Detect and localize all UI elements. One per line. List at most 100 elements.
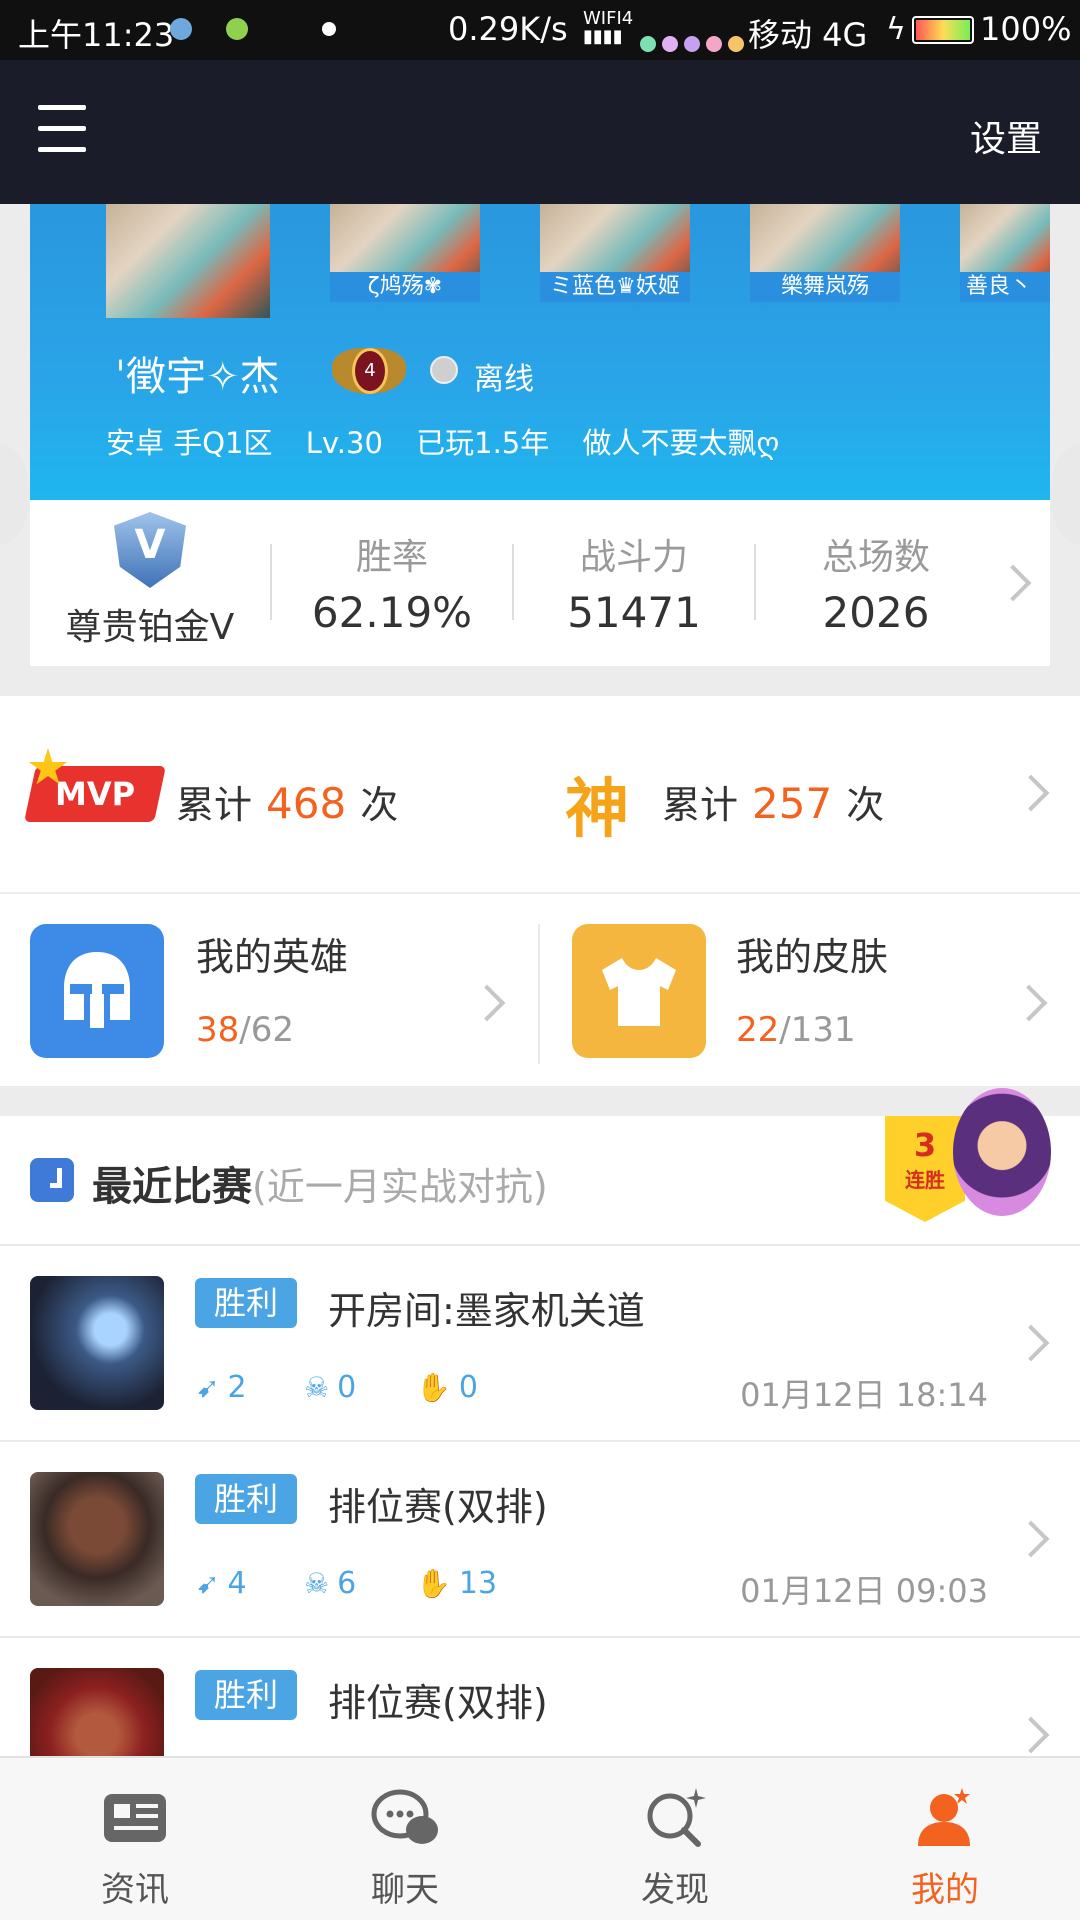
collection-row: 我的英雄 38/62 我的皮肤 22/131 <box>0 894 1080 1086</box>
nav-label: 发现 <box>641 1870 709 1910</box>
match-row[interactable]: 胜利 开房间:墨家机关道 ➹ 2 ☠ 0 ✋ 0 01月12日 18:14 <box>0 1246 1080 1442</box>
nav-chat[interactable]: 聊天 <box>270 1758 540 1920</box>
hero-avatar <box>30 1276 164 1410</box>
friend-avatar[interactable]: ミ蓝色♛妖姬 <box>540 204 690 302</box>
chevron-right-icon[interactable] <box>1012 774 1050 812</box>
stat-win-rate: 胜率 62.19% <box>272 500 512 666</box>
rank-badge-icon: 4 <box>332 340 406 402</box>
friend-avatar[interactable]: ζ鸠殇✾ <box>330 204 480 302</box>
deaths: ☠ 0 <box>304 1370 357 1405</box>
friend-name: ζ鸠殇✾ <box>330 272 480 302</box>
skull-icon: ☠ <box>304 1567 330 1600</box>
nav-label: 我的 <box>911 1870 979 1910</box>
stat-value: 2026 <box>822 588 930 637</box>
stat-value: 62.19% <box>311 588 473 637</box>
chevron-right-icon[interactable] <box>468 984 506 1022</box>
play-duration: 已玩1.5年 <box>416 426 550 460</box>
kill-icon: ➹ <box>196 1567 220 1600</box>
nav-label: 聊天 <box>371 1870 439 1910</box>
hero-avatar <box>30 1668 164 1756</box>
tier-shield-icon: V <box>114 512 186 588</box>
hand-icon: ✋ <box>416 1371 451 1404</box>
profile-icon <box>910 1786 980 1850</box>
online-status-icon <box>430 356 458 384</box>
status-time: 上午11:23 <box>18 16 175 54</box>
app-notification-icon <box>170 18 192 40</box>
kills: ➹ 4 <box>196 1566 247 1601</box>
skin-shirt-icon[interactable] <box>572 924 706 1058</box>
match-row[interactable]: 胜利 排位赛(双排) ➹ 4 ☠ 6 ✋ 13 01月12日 09:03 <box>0 1442 1080 1638</box>
player-level: Lv.30 <box>305 426 383 460</box>
recent-matches: 最近比赛(近一月实战对抗) 3 连胜 胜利 开房间:墨家机关道 ➹ 2 ☠ 0 ✋ 0 … <box>0 1088 1080 1756</box>
deaths: ☠ 6 <box>304 1566 357 1601</box>
friend-avatar[interactable] <box>106 204 270 318</box>
chevron-right-icon[interactable] <box>1012 1716 1050 1754</box>
hand-icon: ✋ <box>416 1567 451 1600</box>
match-result: 胜利 <box>195 1670 297 1720</box>
chevron-right-icon[interactable] <box>1012 1324 1050 1362</box>
server-name: 安卓 手Q1区 <box>106 426 273 460</box>
assists: ✋ 13 <box>416 1566 498 1601</box>
nav-news[interactable]: 资讯 <box>0 1758 270 1920</box>
skins-title[interactable]: 我的皮肤 <box>736 926 888 981</box>
chevron-right-icon[interactable] <box>1010 984 1048 1022</box>
god-count: 累计 257 次 <box>662 779 885 828</box>
hero-avatar <box>30 1472 164 1606</box>
match-time: 01月12日 09:03 <box>740 1572 988 1610</box>
hero-helmet-icon[interactable] <box>30 924 164 1058</box>
wifi-icon: WIFI4 ▮▮▮▮ <box>583 8 634 47</box>
win-streak-badge[interactable]: 3 连胜 <box>885 1088 1051 1248</box>
discover-search-icon <box>640 1786 710 1850</box>
online-status: 离线 <box>474 362 534 397</box>
chevron-right-icon[interactable] <box>1012 1520 1050 1558</box>
stat-value: 51471 <box>567 588 701 637</box>
stat-power: 战斗力 51471 <box>514 500 754 666</box>
match-mode: 开房间:墨家机关道 <box>328 1289 645 1333</box>
settings-button[interactable]: 设置 <box>970 110 1042 162</box>
chat-icon <box>370 1786 440 1850</box>
match-mode: 排位赛(双排) <box>328 1485 548 1529</box>
match-row[interactable]: 胜利 排位赛(双排) <box>0 1638 1080 1756</box>
stat-label: 总场数 <box>821 537 930 578</box>
chevron-right-icon[interactable] <box>994 564 1032 602</box>
friend-name: 樂舞岚殇 <box>750 272 900 302</box>
achievements-row[interactable]: MVP 累计 468 次 神 累计 257 次 <box>0 696 1080 892</box>
friend-avatar[interactable]: 善良丶 <box>960 204 1050 302</box>
skins-count: 22/131 <box>736 1010 856 1050</box>
god-icon: 神 <box>565 773 629 847</box>
app-notification-icon <box>226 18 248 40</box>
kill-icon: ➹ <box>196 1371 220 1404</box>
player-name: ˈ徵宇✧杰 <box>115 354 280 400</box>
avatar <box>106 204 270 318</box>
carrier-label: 移动 4G <box>748 16 868 54</box>
notification-dots-icon <box>640 22 750 60</box>
clock-icon <box>30 1158 74 1202</box>
assists: ✋ 0 <box>416 1370 478 1405</box>
battery-icon <box>912 16 974 44</box>
stat-total-matches: 总场数 2026 <box>756 500 996 666</box>
app-header: 设置 <box>0 60 1080 204</box>
card-notch <box>0 444 30 544</box>
divider <box>538 924 540 1064</box>
bottom-nav: 资讯 聊天 发现 我的 <box>0 1756 1080 1920</box>
stats-row[interactable]: V 尊贵铂金V 胜率 62.19% 战斗力 51471 总场数 2026 <box>30 500 1050 666</box>
card-notch <box>1050 444 1080 544</box>
friend-avatar[interactable]: 樂舞岚殇 <box>750 204 900 302</box>
skull-icon: ☠ <box>304 1371 330 1404</box>
recent-title: 最近比赛(近一月实战对抗) <box>92 1164 548 1210</box>
heroes-count: 38/62 <box>196 1010 294 1050</box>
stat-label: 胜率 <box>355 537 428 578</box>
nav-discover[interactable]: 发现 <box>540 1758 810 1920</box>
stat-label: 战斗力 <box>579 537 688 578</box>
battery-percent: 100% <box>980 10 1072 48</box>
friend-name: 善良丶 <box>960 272 1050 302</box>
match-result: 胜利 <box>195 1474 297 1524</box>
news-icon <box>100 1786 170 1850</box>
nav-me[interactable]: 我的 <box>810 1758 1080 1920</box>
mascot-icon <box>953 1088 1051 1216</box>
heroes-title[interactable]: 我的英雄 <box>196 926 348 981</box>
match-mode: 排位赛(双排) <box>328 1681 548 1725</box>
friend-name: ミ蓝色♛妖姬 <box>540 272 690 302</box>
charging-icon: ϟ <box>886 12 906 47</box>
menu-icon[interactable] <box>38 105 86 155</box>
